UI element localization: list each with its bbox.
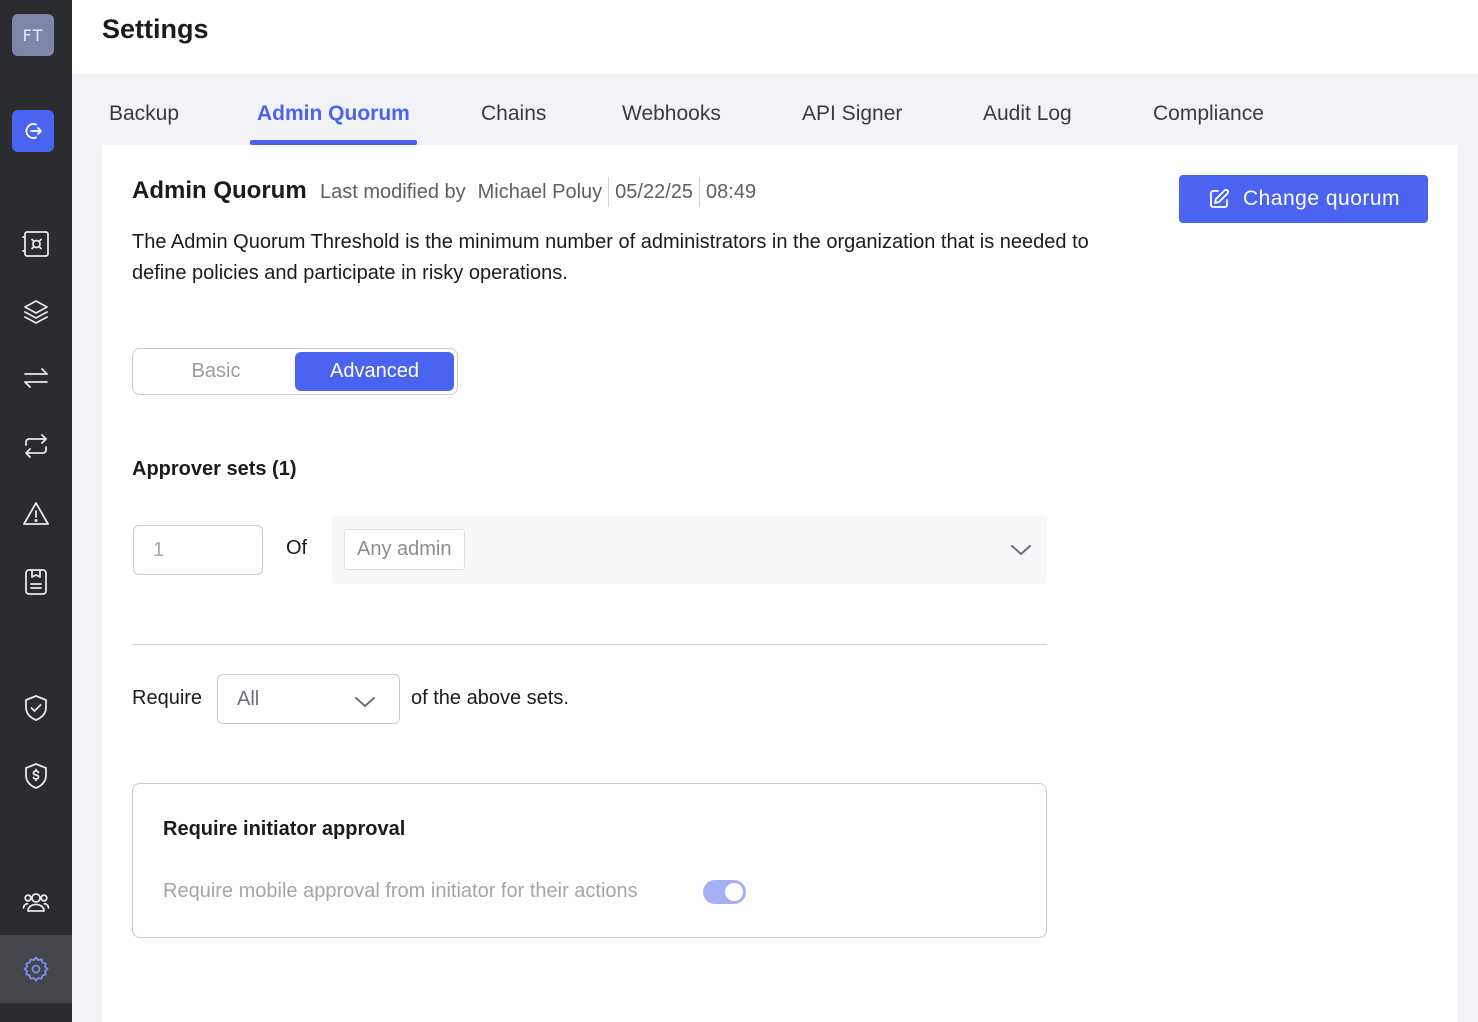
approver-sets-title: Approver sets (1) <box>132 458 297 480</box>
sidebar-item-swap[interactable] <box>0 420 72 472</box>
tab-admin-quorum[interactable]: Admin Quorum <box>250 96 417 145</box>
tab-chains[interactable]: Chains <box>481 96 546 145</box>
last-modified-info: Last modified by Michael Poluy 05/22/25 … <box>320 177 756 207</box>
tab-audit-log[interactable]: Audit Log <box>983 96 1072 145</box>
initiator-approval-box: Require initiator approval Require mobil… <box>132 783 1047 938</box>
divider <box>699 177 701 207</box>
mode-advanced-option[interactable]: Advanced <box>295 352 454 391</box>
logout-button[interactable] <box>12 110 54 152</box>
vault-icon <box>22 231 49 257</box>
require-sets-select[interactable]: All <box>217 674 400 724</box>
modified-time: 08:49 <box>706 180 757 203</box>
initiator-approval-title: Require initiator approval <box>163 818 406 840</box>
transfer-arrows-icon <box>24 368 48 388</box>
require-selected-value: All <box>237 687 260 710</box>
require-suffix: of the above sets. <box>411 687 569 709</box>
chevron-down-icon <box>1011 545 1031 555</box>
modified-by-name: Michael Poluy <box>477 180 603 203</box>
mode-basic-option[interactable]: Basic <box>136 352 296 391</box>
section-divider <box>132 644 1047 645</box>
users-icon <box>22 893 50 912</box>
tab-compliance[interactable]: Compliance <box>1153 96 1264 145</box>
edit-icon <box>1210 189 1229 208</box>
layers-icon <box>24 300 48 324</box>
approver-group-select[interactable]: Any admin <box>332 516 1047 584</box>
last-modified-label: Last modified by <box>320 180 466 203</box>
divider <box>608 177 610 207</box>
warning-icon <box>23 502 49 525</box>
initiator-approval-description: Require mobile approval from initiator f… <box>163 880 638 902</box>
sidebar-item-billing[interactable] <box>0 750 72 802</box>
modified-date: 05/22/25 <box>615 180 694 203</box>
tab-backup[interactable]: Backup <box>109 96 179 145</box>
repeat-icon <box>25 434 47 458</box>
shield-check-icon <box>25 695 47 721</box>
approver-count-input[interactable]: 1 <box>133 525 263 575</box>
tab-api-signer[interactable]: API Signer <box>802 96 902 145</box>
selected-group-chip: Any admin <box>344 529 465 570</box>
sidebar-item-assets[interactable] <box>0 286 72 338</box>
sidebar-item-security[interactable] <box>0 682 72 734</box>
sidebar-item-vault[interactable] <box>0 218 72 270</box>
sidebar-item-users[interactable] <box>0 876 72 928</box>
sidebar-item-settings[interactable] <box>0 935 72 1003</box>
change-quorum-button[interactable]: Change quorum <box>1179 175 1428 223</box>
sidebar: FT <box>0 0 72 1022</box>
section-title: Admin Quorum <box>132 177 307 204</box>
of-label: Of <box>286 537 308 559</box>
page-title: Settings <box>102 14 209 44</box>
mode-switch: Basic Advanced <box>132 348 458 395</box>
sidebar-item-alerts[interactable] <box>0 488 72 540</box>
logout-icon <box>25 123 42 139</box>
sidebar-item-transfers[interactable] <box>0 352 72 404</box>
sidebar-item-policies[interactable] <box>0 556 72 608</box>
change-quorum-label: Change quorum <box>1242 187 1401 210</box>
admin-quorum-panel: Admin Quorum Last modified by Michael Po… <box>102 145 1458 1022</box>
require-label: Require <box>132 687 203 709</box>
top-bar: Settings <box>72 0 1478 74</box>
gear-icon <box>23 956 49 982</box>
quorum-description: The Admin Quorum Threshold is the minimu… <box>132 231 1089 284</box>
initiator-approval-toggle[interactable] <box>703 880 746 904</box>
shield-dollar-icon <box>25 763 47 789</box>
avatar[interactable]: FT <box>12 14 54 56</box>
tab-webhooks[interactable]: Webhooks <box>622 96 721 145</box>
document-badge-icon <box>25 569 47 595</box>
chevron-down-icon <box>355 697 375 707</box>
